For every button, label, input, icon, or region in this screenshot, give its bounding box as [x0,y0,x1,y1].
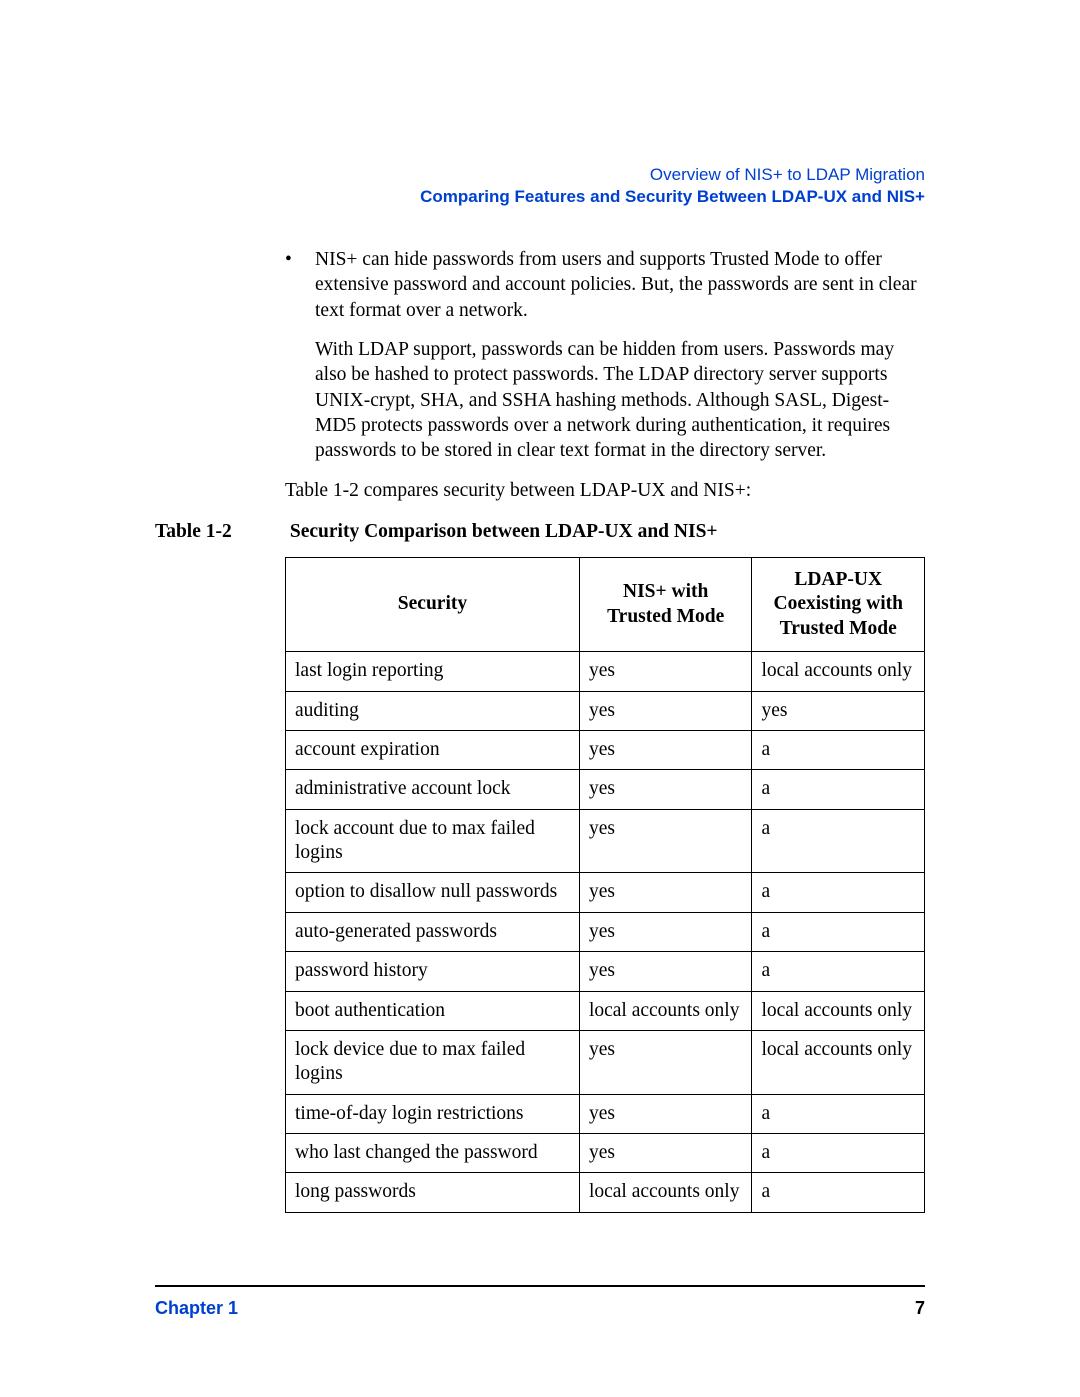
cell: auditing [286,691,580,730]
table-caption: Table 1-2 Security Comparison between LD… [155,521,925,543]
cell: administrative account lock [286,770,580,809]
cell: a [752,873,925,912]
cell: yes [579,1094,752,1133]
cell: account expiration [286,730,580,769]
cell: yes [579,1134,752,1173]
table-row: administrative account lockyesa [286,770,925,809]
table-header-row: Security NIS+ with Trusted Mode LDAP-UX … [286,558,925,652]
cell: yes [752,691,925,730]
cell: yes [579,873,752,912]
table-row: option to disallow null passwordsyesa [286,873,925,912]
header-subsection: Comparing Features and Security Between … [155,187,925,207]
cell: local accounts only [752,1030,925,1094]
bullet-item: • NIS+ can hide passwords from users and… [285,247,925,323]
cell: local accounts only [579,1173,752,1212]
page-number: 7 [915,1298,925,1319]
cell: password history [286,952,580,991]
cell: yes [579,809,752,873]
table-row: account expirationyesa [286,730,925,769]
cell: lock account due to max failed logins [286,809,580,873]
bullet-dot-icon: • [285,247,315,323]
cell: yes [579,730,752,769]
footer-chapter: Chapter 1 [155,1298,238,1319]
table-row: lock account due to max failed loginsyes… [286,809,925,873]
cell: yes [579,770,752,809]
table-row: auto-generated passwordsyesa [286,912,925,951]
cell: lock device due to max failed logins [286,1030,580,1094]
cell: yes [579,1030,752,1094]
security-comparison-table: Security NIS+ with Trusted Mode LDAP-UX … [285,557,925,1213]
cell: boot authentication [286,991,580,1030]
header-section: Overview of NIS+ to LDAP Migration [155,165,925,185]
cell: time-of-day login restrictions [286,1094,580,1133]
cell: a [752,1134,925,1173]
cell: a [752,809,925,873]
table-row: time-of-day login restrictionsyesa [286,1094,925,1133]
cell: last login reporting [286,652,580,691]
table-row: long passwordslocal accounts onlya [286,1173,925,1212]
cell: auto-generated passwords [286,912,580,951]
cell: a [752,1173,925,1212]
col-security: Security [286,558,580,652]
cell: yes [579,912,752,951]
cell: yes [579,952,752,991]
cell: local accounts only [752,652,925,691]
cell: a [752,770,925,809]
table-row: lock device due to max failed loginsyesl… [286,1030,925,1094]
cell: yes [579,691,752,730]
table-row: who last changed the passwordyesa [286,1134,925,1173]
table-row: last login reportingyeslocal accounts on… [286,652,925,691]
page: Overview of NIS+ to LDAP Migration Compa… [0,0,1080,1397]
table-row: password historyyesa [286,952,925,991]
col-nis: NIS+ with Trusted Mode [579,558,752,652]
cell: local accounts only [579,991,752,1030]
table-title: Security Comparison between LDAP-UX and … [290,521,718,542]
col-ldap: LDAP-UX Coexisting with Trusted Mode [752,558,925,652]
table-label: Table 1-2 [155,521,285,543]
cell: option to disallow null passwords [286,873,580,912]
cell: a [752,730,925,769]
table-body: last login reportingyeslocal accounts on… [286,652,925,1213]
cell: a [752,952,925,991]
table-intro: Table 1-2 compares security between LDAP… [285,478,925,503]
sub-paragraph: With LDAP support, passwords can be hidd… [315,337,925,464]
table-row: auditingyesyes [286,691,925,730]
cell: a [752,1094,925,1133]
running-header: Overview of NIS+ to LDAP Migration Compa… [155,165,925,207]
cell: a [752,912,925,951]
table-row: boot authenticationlocal accounts onlylo… [286,991,925,1030]
footer-rule [155,1285,925,1287]
body: • NIS+ can hide passwords from users and… [155,247,925,1213]
page-footer: Chapter 1 7 [155,1298,925,1319]
cell: local accounts only [752,991,925,1030]
cell: who last changed the password [286,1134,580,1173]
cell: yes [579,652,752,691]
bullet-text: NIS+ can hide passwords from users and s… [315,247,925,323]
cell: long passwords [286,1173,580,1212]
